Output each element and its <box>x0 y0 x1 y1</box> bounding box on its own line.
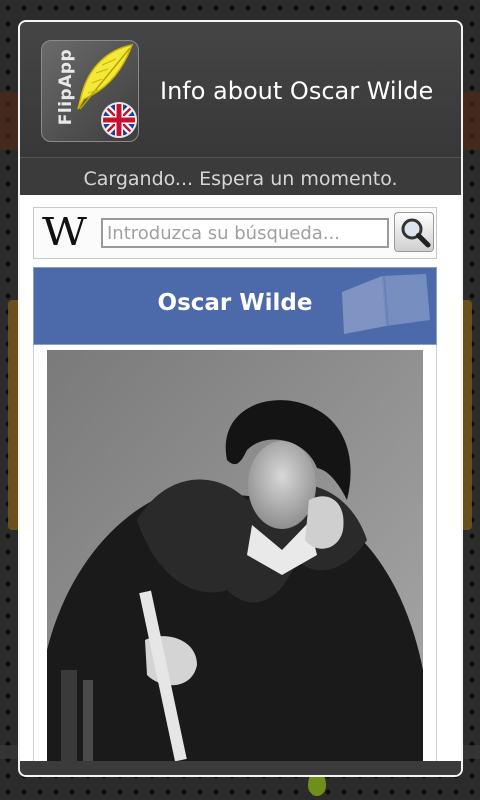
uk-flag-icon <box>101 102 137 138</box>
search-button[interactable] <box>394 212 434 252</box>
portrait-image <box>47 350 423 761</box>
article-header: Oscar Wilde <box>33 267 437 345</box>
app-icon: FlipApp <box>41 40 139 142</box>
article-body <box>33 345 437 761</box>
loading-status: Cargando... Espera un momento. <box>83 168 398 190</box>
info-dialog: FlipApp Info about Oscar Wilde Cargando.… <box>18 20 463 777</box>
magnifier-icon <box>401 218 431 248</box>
dialog-title: Info about Oscar Wilde <box>160 77 434 105</box>
web-content[interactable]: W Oscar Wilde <box>20 195 461 761</box>
dialog-header: FlipApp Info about Oscar Wilde Cargando.… <box>20 22 461 190</box>
wiki-search-bar: W <box>33 207 437 259</box>
search-input[interactable] <box>101 218 389 248</box>
wikipedia-logo-icon: W <box>42 210 87 254</box>
dialog-footer <box>20 761 461 775</box>
portrait-photo[interactable] <box>47 350 423 761</box>
article-title: Oscar Wilde <box>157 290 313 316</box>
